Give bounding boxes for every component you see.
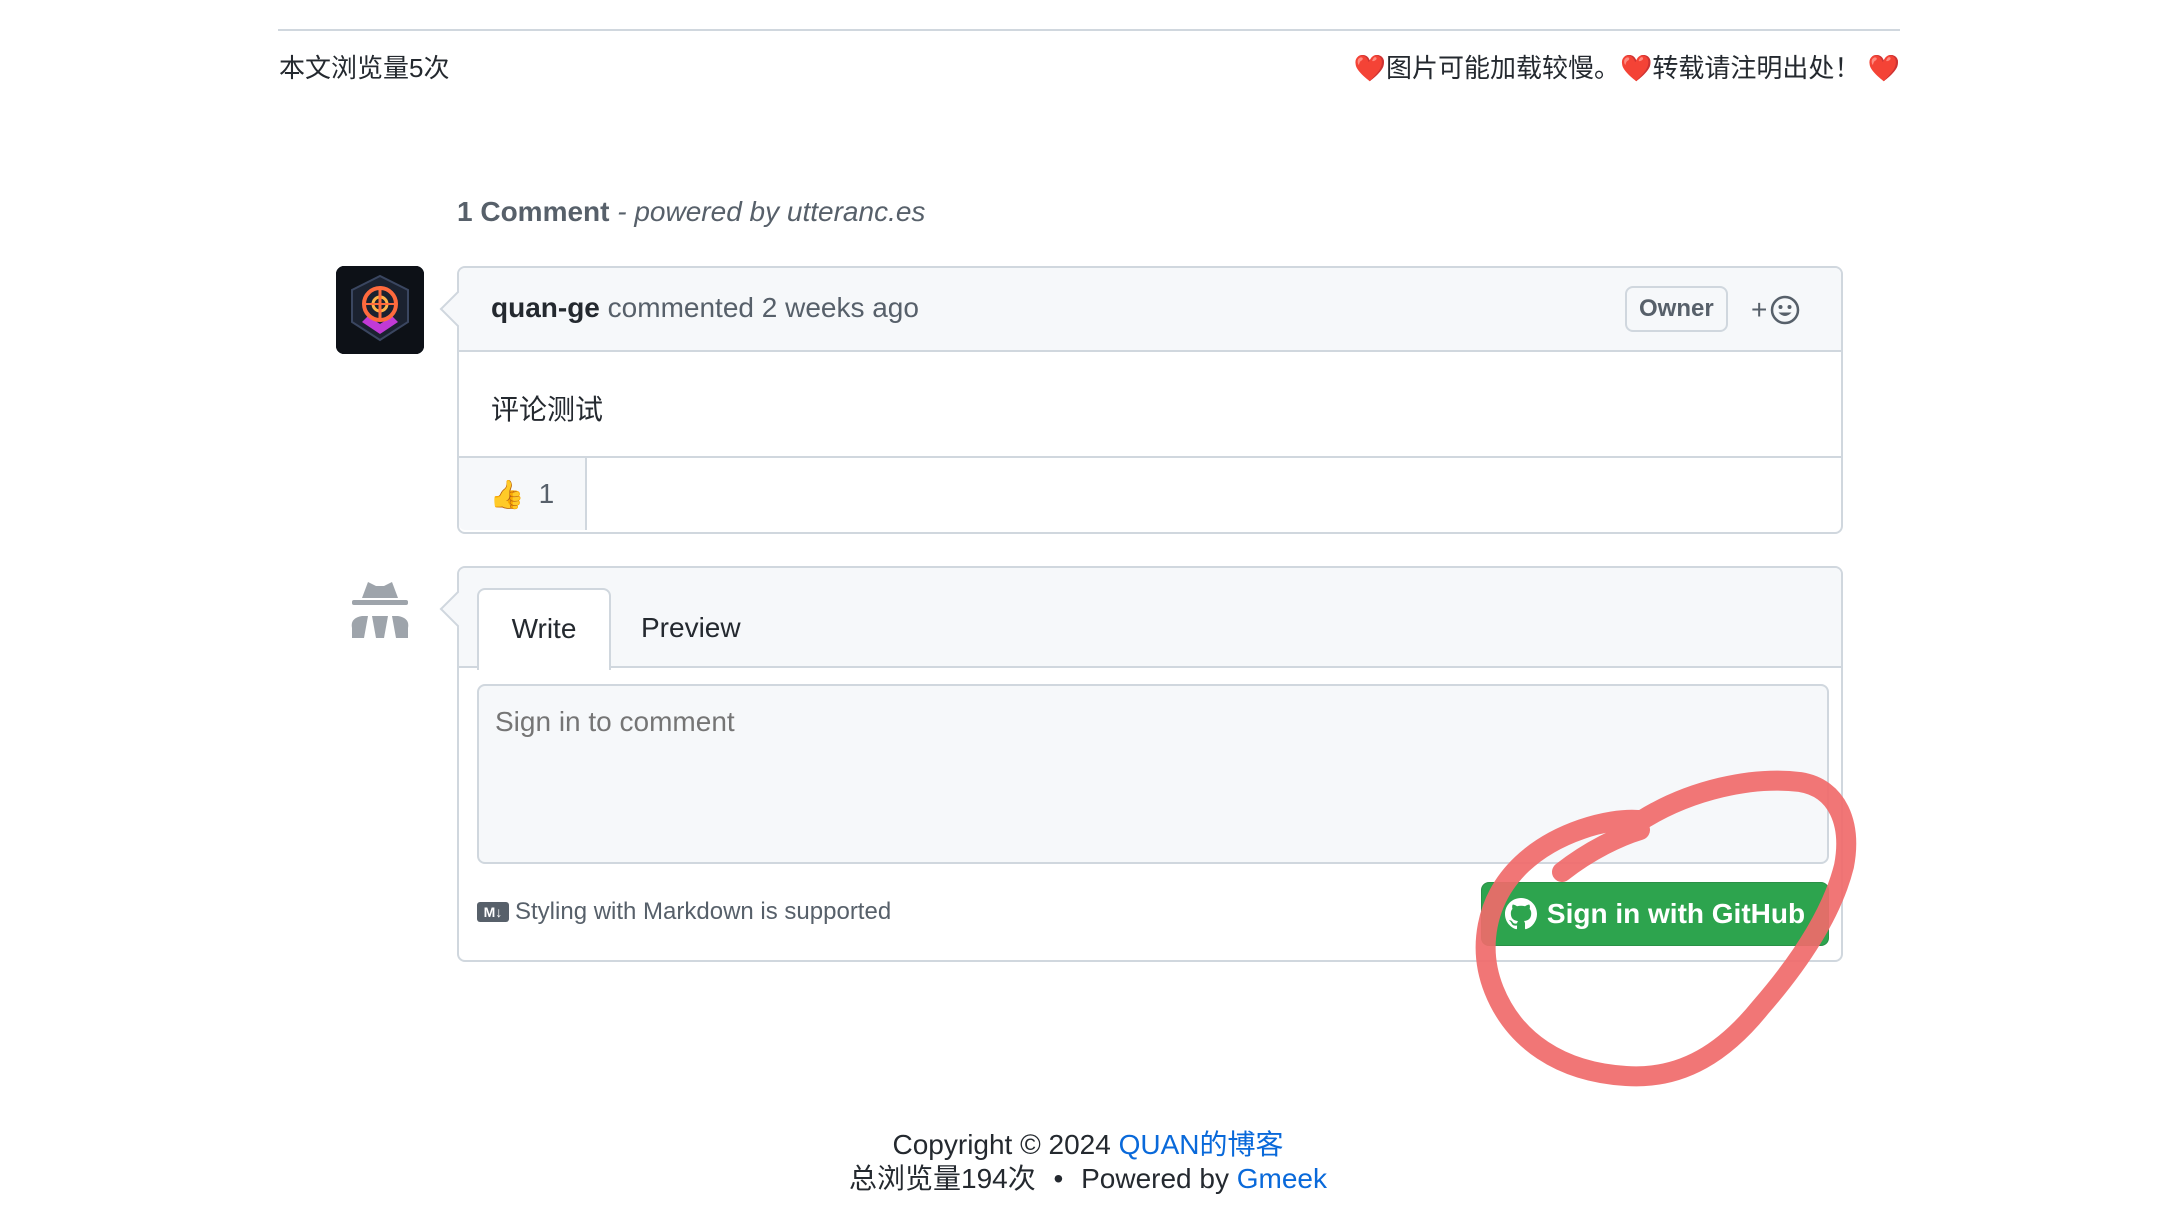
markdown-note: M↓ Styling with Markdown is supported: [477, 898, 891, 926]
comment-header: quan-ge commented 2 weeks ago Owner +: [459, 268, 1841, 352]
tab-write[interactable]: Write: [477, 588, 611, 670]
markdown-icon: M↓: [477, 902, 509, 922]
gmeek-link[interactable]: Gmeek: [1237, 1163, 1327, 1194]
footer-separator: •: [1053, 1163, 1064, 1194]
comment-author-link[interactable]: quan-ge: [491, 292, 600, 323]
comment-card: quan-ge commented 2 weeks ago Owner + 评论…: [457, 266, 1843, 534]
thumbs-up-icon: 👍: [489, 478, 525, 510]
thumbs-up-reaction-button[interactable]: 👍 1: [459, 458, 587, 530]
reaction-count: 1: [538, 478, 555, 509]
markdown-note-text[interactable]: Styling with Markdown is supported: [515, 898, 891, 926]
sign-in-with-github-button[interactable]: Sign in with GitHub: [1481, 882, 1829, 946]
tab-preview[interactable]: Preview: [641, 588, 741, 668]
anonymous-avatar-icon: [338, 572, 422, 656]
powered-by-utterances[interactable]: - powered by utteranc.es: [617, 196, 925, 227]
heart-icon: ❤️: [1353, 53, 1386, 83]
smiley-icon: [1771, 295, 1800, 325]
comment-count: 1 Comment: [457, 196, 610, 227]
sign-in-label: Sign in with GitHub: [1546, 898, 1806, 929]
heart-icon: ❤️: [1867, 53, 1900, 83]
powered-by-text: Powered by: [1081, 1163, 1229, 1194]
heart-icon: ❤️: [1620, 53, 1653, 83]
notice-text-1: 图片可能加载较慢。: [1385, 53, 1620, 83]
top-divider: [278, 29, 1900, 31]
notice-banner: ❤️图片可能加载较慢。❤️转载请注明出处！ ❤️: [1354, 48, 1900, 85]
article-view-count: 本文浏览量5次: [279, 53, 450, 83]
comment-text: 评论测试: [491, 394, 604, 425]
new-comment-form: Write Preview M↓ Styling with Markdown i…: [457, 566, 1843, 962]
avatar-image: [336, 266, 424, 354]
copyright-line: Copyright © 2024 QUAN的博客: [0, 1128, 2176, 1162]
comment-timestamp[interactable]: commented 2 weeks ago: [608, 292, 919, 323]
stats-line: 总浏览量194次 • Powered by Gmeek: [0, 1162, 2176, 1196]
form-tabs: Write Preview: [459, 568, 1841, 670]
avatar[interactable]: [336, 266, 424, 354]
add-reaction-button[interactable]: +: [1751, 288, 1801, 332]
github-icon: [1504, 898, 1537, 930]
comment-body: 评论测试: [459, 352, 1841, 458]
total-views: 总浏览量194次: [849, 1163, 1036, 1194]
comment-input[interactable]: [477, 684, 1829, 864]
notice-text-2: 转载请注明出处！: [1652, 53, 1861, 83]
comment-author-line: quan-ge commented 2 weeks ago: [491, 292, 919, 324]
blog-link[interactable]: QUAN的博客: [1119, 1129, 1284, 1160]
plus-label: +: [1751, 294, 1768, 325]
comment-reactions: 👍 1: [459, 458, 1841, 530]
comment-count-heading: 1 Comment - powered by utteranc.es: [457, 196, 925, 228]
owner-badge: Owner: [1625, 286, 1728, 332]
copyright-text: Copyright © 2024: [892, 1129, 1111, 1160]
page-footer: Copyright © 2024 QUAN的博客 总浏览量194次 • Powe…: [0, 1128, 2176, 1196]
